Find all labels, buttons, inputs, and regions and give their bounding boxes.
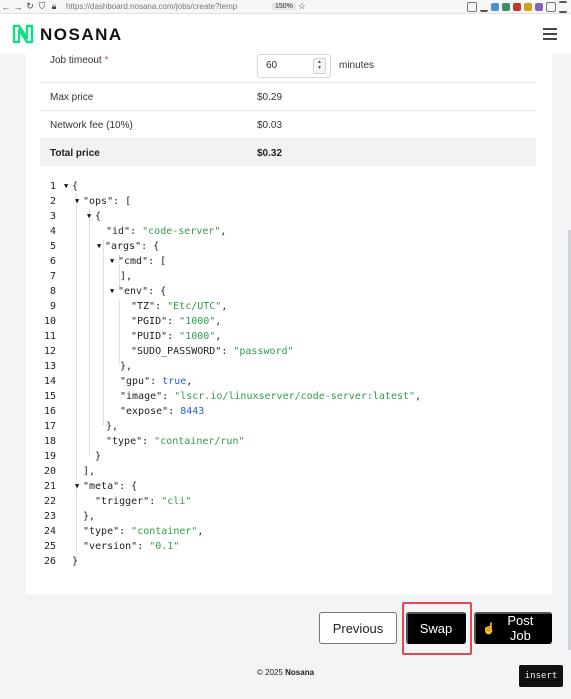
timeout-label: Job timeout * — [50, 55, 109, 66]
timeout-input[interactable]: 60 ▲ ▼ — [257, 54, 331, 78]
shield-icon[interactable]: ⛉ — [36, 1, 48, 12]
browser-toolbar: ← → ↻ ⛉ 🔒︎ https://dashboard.nosana.com/… — [0, 0, 571, 14]
total-price-row: Total price $0.32 — [40, 139, 536, 166]
reload-icon[interactable]: ↻ — [24, 1, 36, 12]
swap-highlight-box — [402, 602, 472, 655]
indent-guide — [89, 209, 90, 456]
forward-icon[interactable]: → — [12, 2, 24, 12]
fold-toggle-icon[interactable]: ▼ — [64, 179, 71, 194]
hand-cursor-icon: ☝ — [482, 622, 496, 635]
total-price-value: $0.32 — [257, 148, 283, 159]
address-bar[interactable]: https://dashboard.nosana.com/jobs/create… — [66, 2, 266, 11]
download-icon[interactable] — [480, 2, 488, 12]
indent-guide — [76, 194, 77, 562]
bookmark-star-icon[interactable]: ☆ — [296, 1, 308, 12]
fold-toggle-icon[interactable]: ▼ — [110, 254, 117, 269]
network-fee-row: Network fee (10%) $0.03 — [40, 111, 536, 139]
job-definition-editor[interactable]: 1 ▼{ 2 ▼ "ops": [ 3 ▼{ 4 "id": "code-server",… — [40, 176, 536, 580]
fold-toggle-icon[interactable]: ▼ — [110, 284, 117, 299]
max-price-value: $0.29 — [257, 92, 283, 103]
insert-mode-badge: insert — [519, 665, 563, 687]
copyright-text: © 2025 — [256, 668, 283, 677]
app-header: NOSANA — [0, 14, 571, 54]
previous-button[interactable]: Previous — [319, 612, 397, 644]
network-fee-value: $0.03 — [257, 120, 283, 131]
max-price-row: Max price $0.29 — [40, 83, 536, 111]
timeout-unit: minutes — [339, 60, 375, 71]
timeout-value: 60 — [266, 60, 278, 71]
required-marker: * — [104, 55, 109, 66]
hamburger-menu-icon[interactable] — [543, 28, 557, 40]
indent-guide — [103, 240, 104, 425]
fold-toggle-icon[interactable]: ▼ — [97, 239, 104, 254]
extensions-puzzle-icon[interactable] — [546, 1, 556, 12]
fold-toggle-icon[interactable]: ▼ — [87, 209, 94, 224]
max-price-label: Max price — [50, 92, 94, 103]
brand-name[interactable]: NOSANA — [40, 25, 123, 45]
job-form-card: Job timeout * 60 ▲ ▼ minutes Max price $0… — [26, 54, 552, 594]
fold-toggle-icon[interactable]: ▼ — [75, 479, 82, 494]
back-icon[interactable]: ← — [0, 2, 12, 12]
footer: © 2025 Nosana — [0, 668, 571, 677]
timeout-row: Job timeout * 60 ▲ ▼ minutes — [40, 54, 536, 83]
post-job-label: Post Job — [507, 613, 534, 643]
total-price-label: Total price — [50, 148, 100, 159]
nosana-logo-icon[interactable] — [12, 24, 34, 44]
extension-icon[interactable] — [502, 2, 510, 11]
timeout-stepper[interactable]: ▲ ▼ — [313, 58, 326, 74]
ublock-icon[interactable] — [513, 2, 521, 11]
pocket-icon[interactable] — [467, 1, 477, 12]
extension-icon[interactable] — [535, 2, 543, 11]
fold-toggle-icon[interactable]: ▼ — [75, 194, 82, 209]
footer-brand: Nosana — [285, 668, 315, 677]
extension-icon[interactable] — [524, 2, 532, 11]
extension-icon[interactable] — [491, 2, 499, 11]
job-settings-table: Job timeout * 60 ▲ ▼ minutes Max price $0… — [40, 54, 536, 166]
network-fee-label: Network fee (10%) — [50, 120, 133, 131]
indent-guide — [119, 301, 120, 364]
menu-icon[interactable] — [559, 0, 567, 13]
lock-icon: 🔒︎ — [51, 1, 57, 11]
zoom-level-badge[interactable]: 150% — [272, 3, 296, 10]
post-job-button[interactable]: ☝ Post Job — [474, 612, 552, 644]
